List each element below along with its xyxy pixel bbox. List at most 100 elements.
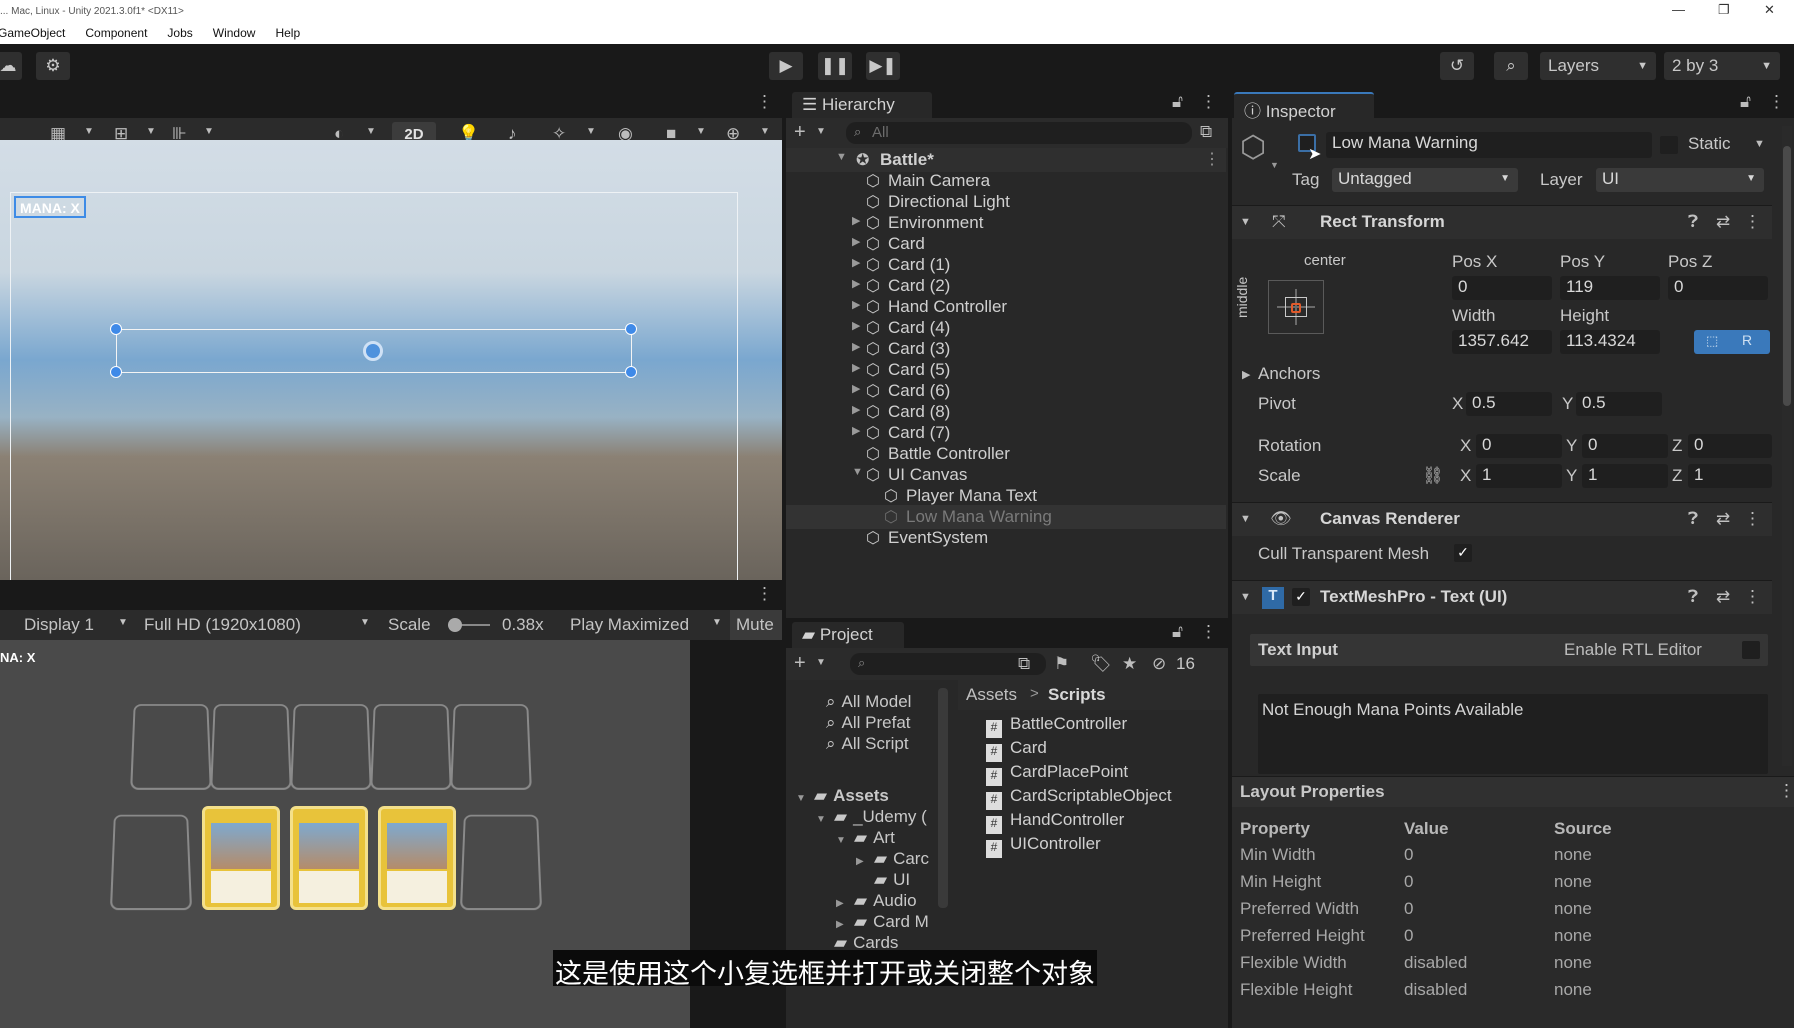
script-file[interactable]: # UIController xyxy=(986,834,1101,858)
expand-arrow-icon[interactable]: ▶ xyxy=(836,898,850,909)
layout-dropdown[interactable]: 2 by 3 ▼ xyxy=(1664,52,1780,80)
lock-icon[interactable]: 🔓︎ xyxy=(1172,622,1183,642)
step-button[interactable]: ▶❚ xyxy=(866,52,900,80)
script-file[interactable]: # CardPlacePoint xyxy=(986,762,1128,786)
lock-icon[interactable]: 🔓︎ xyxy=(1172,92,1183,112)
expand-arrow-icon[interactable]: ▶ xyxy=(856,856,870,867)
expand-arrow-icon[interactable]: ▼ xyxy=(836,151,847,163)
more-options-icon[interactable]: ⋮ xyxy=(1744,587,1761,607)
expand-arrow-icon[interactable]: ▶ xyxy=(852,277,860,290)
canvas-renderer-header[interactable]: ▼ 👁︎ Canvas Renderer ❓︎ ⇄ ⋮ xyxy=(1232,502,1772,536)
expand-arrow-icon[interactable]: ▶ xyxy=(852,256,860,269)
play-mode-dropdown[interactable]: Play Maximized xyxy=(570,615,689,635)
chevron-down-icon[interactable]: ▼ xyxy=(118,617,128,628)
chevron-down-icon[interactable]: ▼ xyxy=(816,126,826,137)
chevron-down-icon[interactable]: ▼ xyxy=(366,126,376,137)
tree-scrollbar[interactable] xyxy=(938,688,948,908)
more-options-icon[interactable]: ⋮ xyxy=(1768,92,1785,112)
hand-card[interactable] xyxy=(378,806,456,910)
expand-arrow-icon[interactable]: ▼ xyxy=(796,793,810,804)
script-file[interactable]: # BattleController xyxy=(986,714,1127,738)
anchor-presets-button[interactable] xyxy=(1268,280,1324,334)
expand-arrow-icon[interactable]: ▶ xyxy=(852,382,860,395)
expand-arrow-icon[interactable]: ▶ xyxy=(852,298,860,311)
expand-arrow-icon[interactable]: ▶ xyxy=(852,403,860,416)
search-options-icon[interactable]: ⧉ xyxy=(1200,122,1212,142)
component-enabled-checkbox[interactable]: ✓ xyxy=(1292,588,1310,606)
pivot-y-field[interactable]: 0.5 xyxy=(1576,392,1662,416)
chevron-down-icon[interactable]: ▼ xyxy=(360,617,370,628)
help-icon[interactable]: ❓︎ xyxy=(1688,509,1698,529)
layer-dropdown[interactable]: UI ▼ xyxy=(1596,168,1764,192)
favorite-search-item[interactable]: ⌕ All Prefat xyxy=(826,713,911,733)
tab-hierarchy[interactable]: ☰ Hierarchy xyxy=(792,92,932,118)
scale-slider-thumb[interactable] xyxy=(448,618,462,632)
rect-handle[interactable] xyxy=(110,366,122,378)
chevron-down-icon[interactable]: ▼ xyxy=(586,126,596,137)
expand-arrow-icon[interactable]: ▶ xyxy=(852,424,860,437)
project-folder[interactable]: ▶ ▰ Carc xyxy=(856,849,929,869)
height-field[interactable]: 113.4324 xyxy=(1560,330,1660,354)
project-search-input[interactable]: ⌕ xyxy=(850,653,1046,675)
chevron-down-icon[interactable]: ▼ xyxy=(1270,160,1279,170)
layers-dropdown[interactable]: Layers ▼ xyxy=(1540,52,1656,80)
breadcrumb-assets[interactable]: Assets xyxy=(966,685,1017,705)
textmeshpro-header[interactable]: ▼ T ✓ TextMeshPro - Text (UI) ❓︎ ⇄ ⋮ xyxy=(1232,580,1772,614)
chevron-down-icon[interactable]: ▼ xyxy=(760,126,770,137)
expand-arrow-icon[interactable]: ▼ xyxy=(852,466,863,478)
add-icon[interactable]: + xyxy=(794,652,806,675)
expand-arrow-icon[interactable]: ▶ xyxy=(852,361,860,374)
rotation-x-field[interactable]: 0 xyxy=(1476,434,1562,458)
text-input-area[interactable]: Not Enough Mana Points Available xyxy=(1258,694,1768,774)
expand-arrow-icon[interactable]: ▼ xyxy=(816,814,830,825)
expand-arrow-icon[interactable]: ▶ xyxy=(836,919,850,930)
menu-help[interactable]: Help xyxy=(275,26,300,40)
rtl-editor-checkbox[interactable] xyxy=(1742,641,1760,659)
presets-icon[interactable]: ⇄ xyxy=(1716,509,1730,529)
hand-card[interactable] xyxy=(202,806,280,910)
menu-component[interactable]: Component xyxy=(85,26,147,40)
more-options-icon[interactable]: ⋮ xyxy=(1778,781,1794,801)
expand-arrow-icon[interactable]: ▼ xyxy=(1240,216,1251,228)
width-field[interactable]: 1357.642 xyxy=(1452,330,1552,354)
scene-view[interactable]: MANA: X xyxy=(0,140,782,580)
more-options-icon[interactable]: ⋮ xyxy=(1744,212,1761,232)
favorite-star-icon[interactable]: ★ xyxy=(1122,654,1137,674)
pos-y-field[interactable]: 119 xyxy=(1560,276,1660,300)
tab-project[interactable]: ▰ Project xyxy=(792,622,904,648)
pivot-x-field[interactable]: 0.5 xyxy=(1466,392,1552,416)
expand-arrow-icon[interactable]: ▶ xyxy=(852,319,860,332)
rect-handle[interactable] xyxy=(110,323,122,335)
display-dropdown[interactable]: Display 1 xyxy=(24,615,94,635)
chevron-down-icon[interactable]: ▼ xyxy=(696,126,706,137)
script-file[interactable]: # HandController xyxy=(986,810,1124,834)
help-icon[interactable]: ❓︎ xyxy=(1688,212,1698,232)
chevron-down-icon[interactable]: ▼ xyxy=(1754,138,1765,150)
chevron-down-icon[interactable]: ▼ xyxy=(84,126,94,137)
settings-icon[interactable]: ⚙ xyxy=(36,52,70,80)
mute-button[interactable]: Mute xyxy=(730,610,782,640)
more-options-icon[interactable]: ⋮ xyxy=(1744,509,1761,529)
pos-z-field[interactable]: 0 xyxy=(1668,276,1768,300)
rect-handle[interactable] xyxy=(625,323,637,335)
chevron-down-icon[interactable]: ▼ xyxy=(204,126,214,137)
breadcrumb-scripts[interactable]: Scripts xyxy=(1048,685,1106,705)
cull-transparent-mesh-checkbox[interactable]: ✓ xyxy=(1454,544,1472,562)
expand-arrow-icon[interactable]: ▼ xyxy=(1240,513,1251,525)
presets-icon[interactable]: ⇄ xyxy=(1716,587,1730,607)
script-file[interactable]: # CardScriptableObject xyxy=(986,786,1172,810)
more-options-icon[interactable]: ⋮ xyxy=(1200,622,1217,642)
expand-arrow-icon[interactable]: ▶ xyxy=(852,214,860,227)
hand-card[interactable] xyxy=(290,806,368,910)
expand-arrow-icon[interactable]: ▼ xyxy=(836,835,850,846)
hierarchy-search-input[interactable]: ⌕ All xyxy=(846,122,1192,144)
project-folder[interactable]: ▰ UI xyxy=(856,870,910,890)
favorite-search-item[interactable]: ⌕ All Script xyxy=(826,734,909,754)
more-options-icon[interactable]: ⋮ xyxy=(1204,149,1220,169)
rect-transform-header[interactable]: ▼ ⤧ Rect Transform ❓︎ ⇄ ⋮ xyxy=(1232,205,1772,239)
hidden-packages-icon[interactable]: ⊘ xyxy=(1152,654,1166,674)
pos-x-field[interactable]: 0 xyxy=(1452,276,1552,300)
project-folder[interactable]: ▶ ▰ Audio xyxy=(836,891,917,911)
scale-x-field[interactable]: 1 xyxy=(1476,464,1562,488)
script-file[interactable]: # Card xyxy=(986,738,1047,762)
